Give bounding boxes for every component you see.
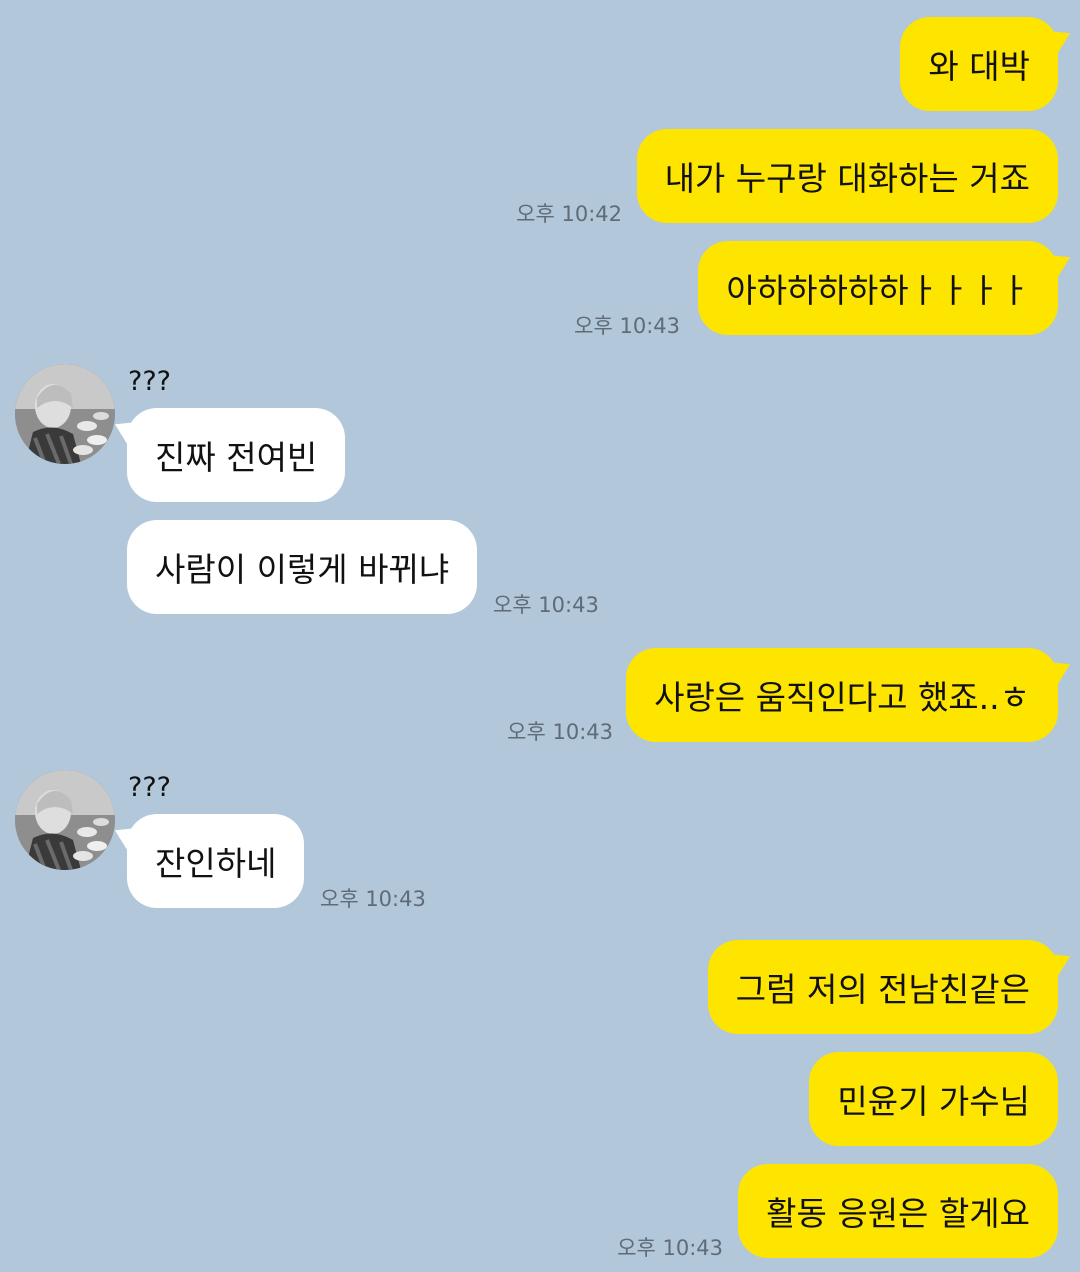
profile-photo-icon	[15, 364, 115, 464]
sent-message-bubble[interactable]: 내가 누구랑 대화하는 거죠	[636, 129, 1058, 223]
message-text: 와 대박	[928, 47, 1030, 86]
message-timestamp: 오후 10:43	[320, 887, 426, 911]
message-timestamp: 오후 10:42	[516, 202, 622, 226]
message-text: 사람이 이렇게 바뀌냐	[155, 550, 450, 589]
received-message-bubble[interactable]: 잔인하네	[127, 814, 305, 908]
sent-message-bubble[interactable]: 아하하하하하ㅏㅏㅏㅏ	[698, 241, 1058, 335]
message-text: 내가 누구랑 대화하는 거죠	[664, 159, 1030, 198]
message-text: 민윤기 가수님	[837, 1082, 1030, 1121]
message-timestamp: 오후 10:43	[507, 720, 613, 744]
sent-message-bubble[interactable]: 그럼 저의 전남친같은	[707, 940, 1058, 1034]
sender-name: ???	[128, 366, 171, 397]
sent-message-bubble[interactable]: 민윤기 가수님	[809, 1052, 1058, 1146]
sender-avatar[interactable]	[15, 364, 115, 464]
message-text: 잔인하네	[155, 844, 277, 883]
message-text: 아하하하하하ㅏㅏㅏㅏ	[726, 271, 1030, 310]
received-message-bubble[interactable]: 진짜 전여빈	[127, 408, 346, 502]
received-message-bubble[interactable]: 사람이 이렇게 바뀌냐	[127, 520, 478, 614]
message-text: 활동 응원은 할게요	[766, 1194, 1030, 1233]
message-timestamp: 오후 10:43	[493, 593, 599, 617]
sent-message-bubble[interactable]: 사랑은 움직인다고 했죠..ㅎ	[626, 648, 1058, 742]
profile-photo-icon	[15, 770, 115, 870]
message-timestamp: 오후 10:43	[574, 314, 680, 338]
sender-avatar[interactable]	[15, 770, 115, 870]
sent-message-bubble[interactable]: 활동 응원은 할게요	[738, 1164, 1058, 1258]
message-timestamp: 오후 10:43	[617, 1236, 723, 1260]
sent-message-bubble[interactable]: 와 대박	[900, 17, 1058, 111]
message-text: 진짜 전여빈	[155, 438, 318, 477]
message-text: 사랑은 움직인다고 했죠..ㅎ	[654, 678, 1030, 717]
sender-name: ???	[128, 772, 171, 803]
message-text: 그럼 저의 전남친같은	[735, 970, 1030, 1009]
